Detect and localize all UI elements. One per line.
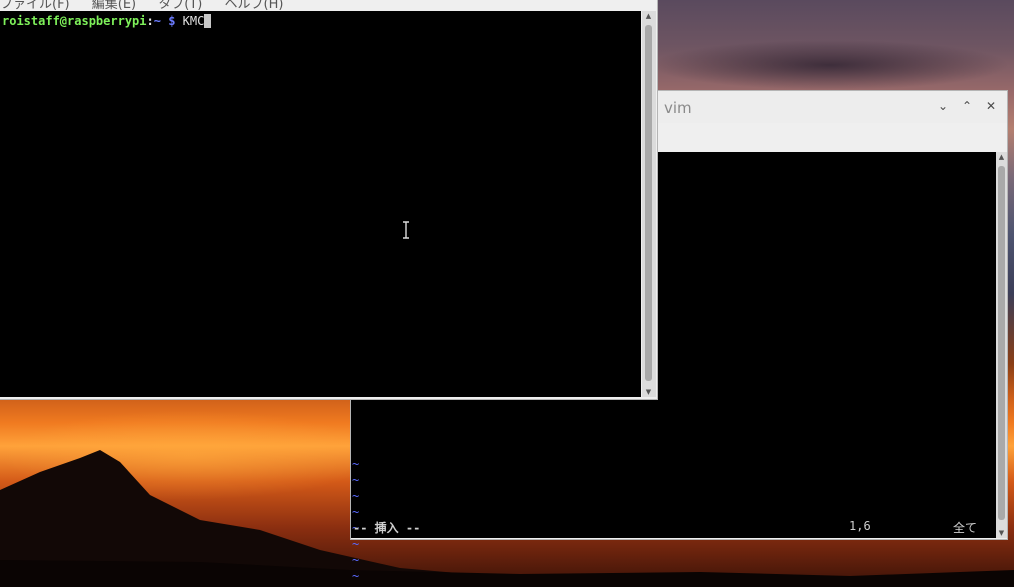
vim-scrollbar-thumb[interactable] [998,166,1005,520]
scroll-up-icon[interactable]: ▲ [644,12,653,20]
terminal-area[interactable]: roistaff@raspberrypi:~ $ KMC [0,11,641,397]
tilde-line: ~ [352,553,360,567]
tilde-line: ~ [352,489,360,503]
terminal-window[interactable]: ファイル(F) 編集(E) タブ(T) ヘルプ(H) roistaff@rasp… [0,0,658,400]
command-input[interactable]: KMC [183,14,205,28]
menu-tabs[interactable]: タブ(T) [158,0,202,11]
prompt-user: roistaff@raspberrypi [2,14,147,28]
maximize-icon[interactable]: ⌃ [960,99,974,113]
vim-window-title: vim [664,99,692,117]
vim-scroll-position: 全て [953,521,978,535]
terminal-prompt-line: roistaff@raspberrypi:~ $ KMC [2,13,212,29]
scroll-down-icon[interactable]: ▼ [997,529,1006,537]
text-cursor [204,14,212,28]
terminal-scrollbar[interactable]: ▲ ▼ [642,11,656,397]
tilde-line: ~ [352,505,360,519]
prompt-separator: : [146,14,154,28]
vim-scrollbar[interactable]: ▲ ▼ [996,152,1007,538]
terminal-menubar: ファイル(F) 編集(E) タブ(T) ヘルプ(H) [0,0,657,11]
vim-cursor-position: 1,6 [849,519,871,533]
tilde-line: ~ [352,569,360,583]
scroll-up-icon[interactable]: ▲ [997,153,1006,161]
terminal-scrollbar-thumb[interactable] [645,25,652,381]
tilde-line: ~ [352,473,360,487]
tilde-line: ~ [352,537,360,551]
wallpaper-cloud [650,40,1010,90]
menu-file[interactable]: ファイル(F) [0,0,70,11]
prompt-symbol: $ [168,14,176,28]
menu-help[interactable]: ヘルプ(H) [225,0,284,11]
vim-mode-indicator: -- 挿入 -- [353,521,421,535]
prompt-path: ~ [153,14,161,28]
vim-status-line: -- 挿入 -- 1,6 全て [353,519,992,535]
minimize-icon[interactable]: ⌄ [936,99,950,113]
scroll-down-icon[interactable]: ▼ [644,388,653,396]
tilde-line: ~ [352,457,360,471]
close-icon[interactable]: ✕ [984,99,998,113]
ibeam-cursor-icon [403,221,409,239]
menu-edit[interactable]: 編集(E) [92,0,136,11]
